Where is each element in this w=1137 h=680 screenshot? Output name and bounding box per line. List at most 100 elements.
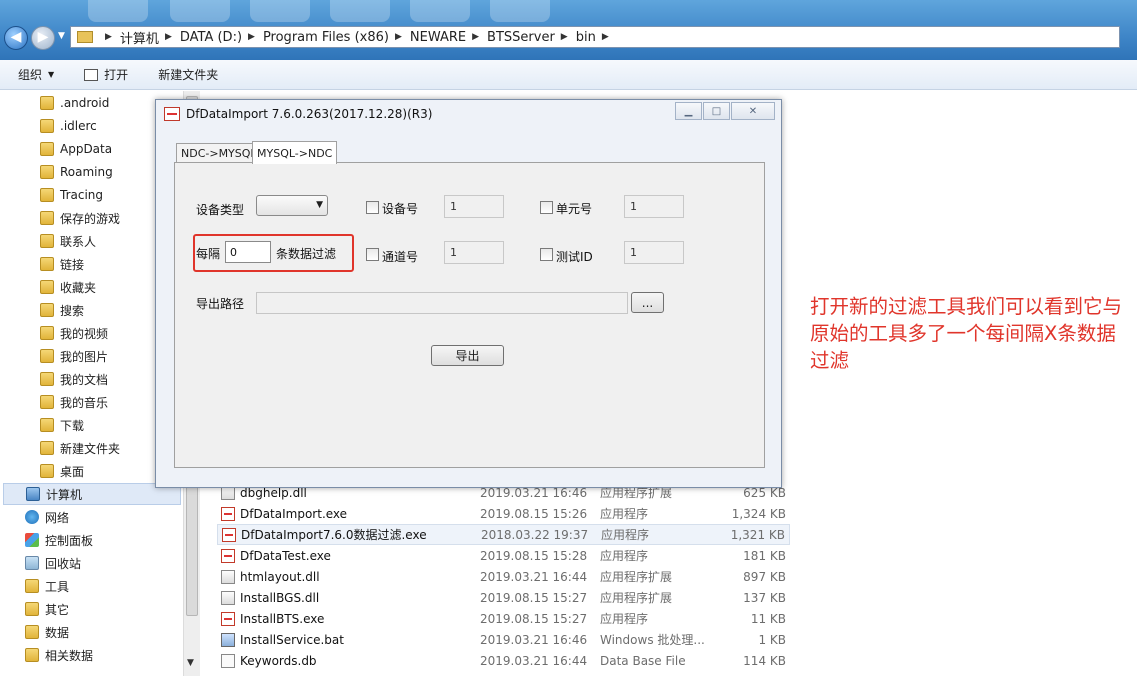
recent-pages-dropdown-icon[interactable]: ▼ (58, 31, 65, 41)
file-size: 11 KB (750, 611, 786, 626)
breadcrumb-arrow-icon[interactable]: ▶ (602, 32, 609, 42)
exe-file-icon (221, 611, 235, 626)
desktop-icon (40, 464, 54, 478)
sidebar-item[interactable]: 新建文件夹 (40, 437, 120, 459)
file-name: DfDataImport.exe (240, 506, 348, 521)
sidebar-item-label: Tracing (60, 188, 104, 202)
breadcrumb-arrow-icon[interactable]: ▶ (561, 32, 568, 42)
organize-menu[interactable]: 组织 ▼ (18, 66, 54, 83)
sidebar-item[interactable]: 我的图片 (40, 345, 108, 367)
exe-file-icon (222, 527, 236, 542)
back-button[interactable]: ◀ (4, 26, 28, 50)
file-row[interactable]: htmlayout.dll 2019.03.21 16:44 应用程序扩展 897 K… (217, 566, 790, 587)
file-name-cell: InstallBGS.dll (221, 590, 320, 605)
file-row[interactable]: DfDataImport.exe 2019.08.15 15:26 应用程序 1,32… (217, 503, 790, 524)
sidebar-item[interactable]: Tracing (40, 184, 103, 206)
file-row[interactable]: DfDataTest.exe 2019.08.15 15:28 应用程序 181 KB (217, 545, 790, 566)
breadcrumb-data-drive[interactable]: DATA (D:) ▶ (180, 30, 263, 45)
open-button[interactable]: 打开 (84, 66, 128, 83)
sidebar-item[interactable]: 下载 (40, 414, 84, 436)
network-icon (25, 510, 39, 524)
breadcrumb-arrow-icon[interactable]: ▶ (248, 32, 255, 42)
file-row[interactable]: InstallService.bat 2019.03.21 16:46 Window… (217, 629, 790, 650)
breadcrumb-arrow-icon[interactable]: ▶ (165, 32, 172, 42)
sidebar-item[interactable]: 控制面板 (25, 529, 93, 551)
sidebar-item-label: .android (60, 96, 110, 110)
device-type-select[interactable]: ▼ (256, 195, 328, 216)
channel-checkbox[interactable] (366, 248, 379, 261)
breadcrumb-label: 计算机 (119, 31, 159, 47)
file-row[interactable]: DfDataImport7.6.0数据过滤.exe 2018.03.22 19:3… (217, 524, 790, 545)
dialog-titlebar[interactable]: DfDataImport 7.6.0.263(2017.12.28)(R3) ▁… (156, 100, 781, 128)
device-no-checkbox[interactable] (366, 201, 379, 214)
close-button[interactable]: ✕ (731, 102, 775, 120)
sidebar-item[interactable]: 我的音乐 (40, 391, 108, 413)
sidebar-item-label: 数据 (45, 625, 70, 640)
file-row[interactable]: InstallBGS.dll 2019.08.15 15:27 应用程序扩展 137 … (217, 587, 790, 608)
export-label: 导出 (455, 349, 480, 363)
browse-button[interactable]: ... (631, 292, 664, 313)
scroll-down-arrow-icon[interactable]: ▼ (187, 658, 194, 668)
export-button[interactable]: 导出 (431, 345, 504, 366)
sidebar-item[interactable]: 我的视频 (40, 322, 108, 344)
sidebar-item[interactable]: 收藏夹 (40, 276, 96, 298)
sidebar-item[interactable]: Roaming (40, 161, 113, 183)
address-bar[interactable]: ▶ 计算机 ▶ DATA (D:) ▶ Program Files (x86) ▶ N… (70, 26, 1120, 48)
sidebar-item[interactable]: 搜索 (40, 299, 84, 321)
device-type-label: 设备类型 (196, 203, 245, 217)
unit-no-label: 单元号 (556, 202, 593, 216)
sidebar-item[interactable]: 网络 (25, 506, 69, 528)
sidebar-item[interactable]: 我的文档 (40, 368, 108, 390)
sidebar-item[interactable]: 数据 (25, 621, 69, 643)
test-id-field[interactable]: 1 (624, 241, 684, 264)
sidebar-item[interactable]: 联系人 (40, 230, 96, 252)
breadcrumb-arrow-icon[interactable]: ▶ (105, 32, 112, 42)
file-name: Keywords.db (240, 653, 317, 668)
sidebar-item[interactable]: 其它 (25, 598, 69, 620)
device-no-field[interactable]: 1 (444, 195, 504, 218)
test-id-checkbox[interactable] (540, 248, 553, 261)
file-row[interactable]: InstallBTS.exe 2019.08.15 15:27 应用程序 11 KB (217, 608, 790, 629)
breadcrumb-arrow-icon[interactable]: ▶ (395, 32, 402, 42)
new-folder-button[interactable]: 新建文件夹 (158, 66, 218, 83)
sidebar-item[interactable]: 工具 (25, 575, 69, 597)
exe-file-icon (221, 506, 235, 521)
pictures-icon (40, 349, 54, 363)
unit-no-checkbox[interactable] (540, 201, 553, 214)
control-panel-icon (25, 533, 39, 547)
sidebar-item-label: 搜索 (60, 303, 85, 318)
breadcrumb-neware[interactable]: NEWARE ▶ (410, 30, 487, 45)
sidebar-item[interactable]: .android (40, 92, 109, 114)
sidebar-item[interactable]: 桌面 (40, 460, 84, 482)
channel-field[interactable]: 1 (444, 241, 504, 264)
sidebar-item-label: 回收站 (45, 556, 82, 571)
sidebar-item[interactable]: 相关数据 (25, 644, 93, 666)
breadcrumb-computer[interactable]: 计算机 ▶ (120, 28, 180, 47)
unit-no-field[interactable]: 1 (624, 195, 684, 218)
tab-mysql-to-ndc[interactable]: MYSQL->NDC (252, 141, 338, 164)
dll-file-icon (221, 590, 235, 605)
folder-icon (25, 648, 39, 662)
file-name: InstallBGS.dll (240, 590, 320, 605)
breadcrumb-program-files[interactable]: Program Files (x86) ▶ (263, 30, 410, 45)
forward-button[interactable]: ▶ (31, 26, 55, 50)
downloads-icon (40, 418, 54, 432)
breadcrumb-btsserver[interactable]: BTSServer ▶ (487, 30, 576, 45)
folder-icon (40, 142, 54, 156)
open-label: 打开 (104, 68, 129, 82)
sidebar-item[interactable]: AppData (40, 138, 112, 160)
sidebar-item[interactable]: 保存的游戏 (40, 207, 120, 229)
breadcrumb-bin[interactable]: bin ▶ (576, 30, 617, 45)
breadcrumb-arrow-icon[interactable]: ▶ (472, 32, 479, 42)
tab-ndc-to-mysql[interactable]: NDC->MYSQL (176, 143, 262, 163)
maximize-button[interactable]: □ (703, 102, 730, 120)
sidebar-item[interactable]: .idlerc (40, 115, 97, 137)
export-path-field[interactable] (256, 292, 628, 314)
sidebar-item[interactable]: 回收站 (25, 552, 81, 574)
file-row[interactable]: Keywords.db 2019.03.21 16:44 Data Base Fil… (217, 650, 790, 671)
minimize-button[interactable]: ▁ (675, 102, 702, 120)
sidebar-item-label: 工具 (45, 579, 70, 594)
sidebar-item-label: Roaming (60, 165, 113, 179)
sidebar-item-label: AppData (60, 142, 113, 156)
sidebar-item[interactable]: 链接 (40, 253, 84, 275)
